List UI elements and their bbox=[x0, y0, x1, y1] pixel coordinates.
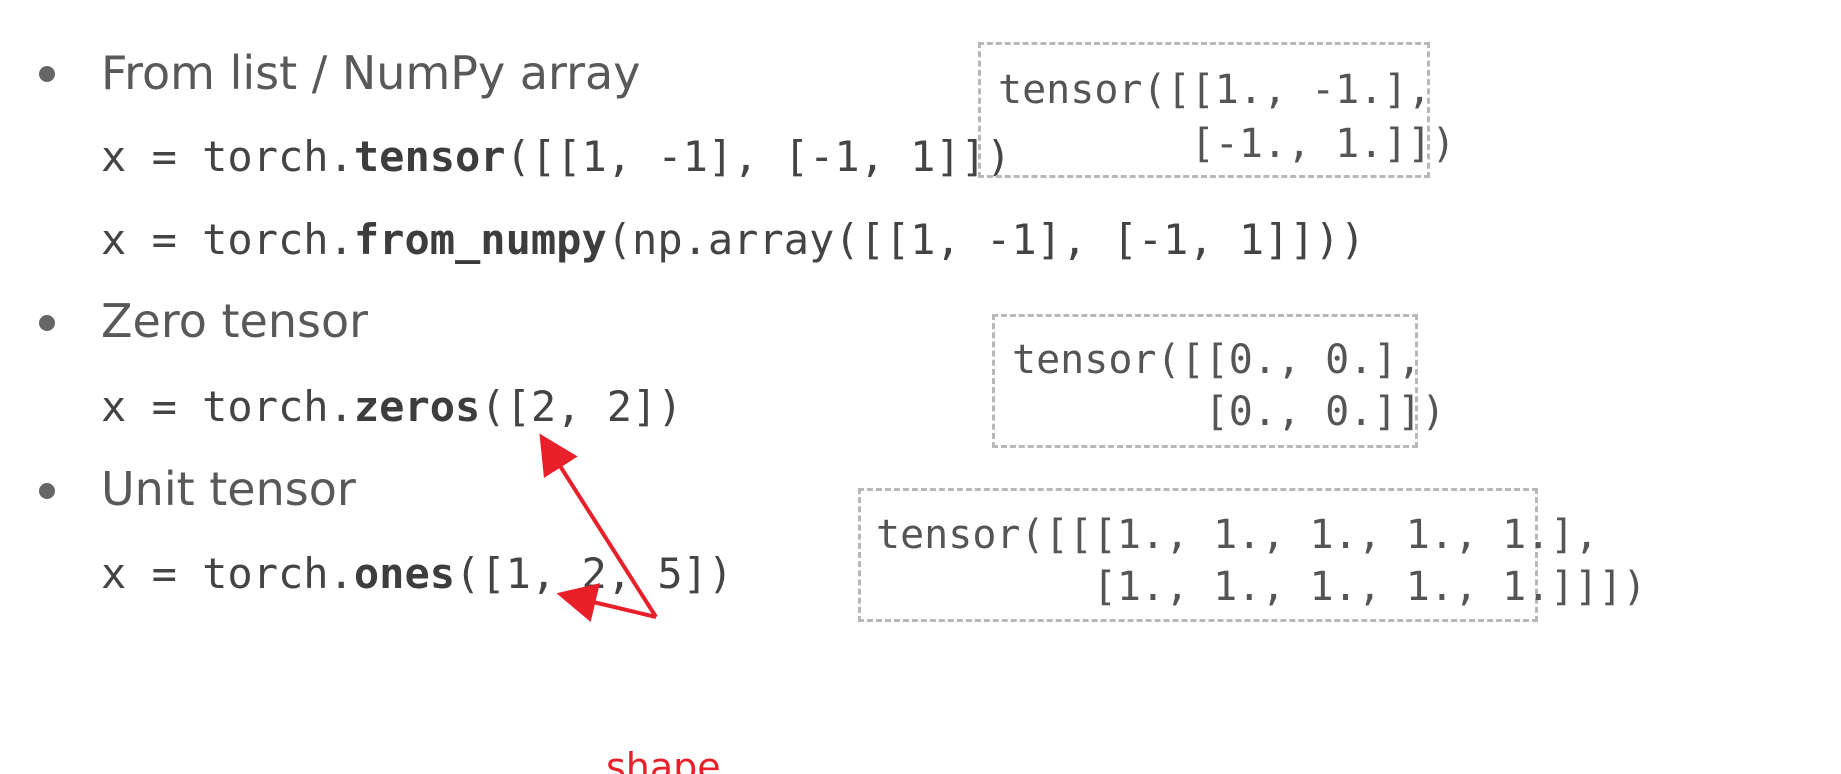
code-function: tensor bbox=[353, 132, 506, 181]
slide: From list / NumPy array x = torch.tensor… bbox=[0, 0, 1841, 774]
code-args: ([1, 2, 5]) bbox=[455, 549, 734, 598]
code-args: ([[1, -1], [-1, 1]]) bbox=[505, 132, 1012, 181]
output-line: tensor([[[1., 1., 1., 1., 1.], bbox=[876, 512, 1599, 558]
code-line-from-numpy: x = torch.from_numpy(np.array([[1, -1], … bbox=[101, 219, 1365, 261]
code-function: zeros bbox=[353, 382, 481, 431]
heading-from-list: From list / NumPy array bbox=[101, 46, 641, 100]
shape-annotation-label: shape bbox=[606, 745, 721, 774]
code-prefix: x = torch. bbox=[101, 132, 354, 181]
bullet-dot bbox=[39, 315, 55, 331]
heading-unit-tensor: Unit tensor bbox=[101, 462, 356, 516]
code-line-zeros: x = torch.zeros([2, 2]) bbox=[101, 386, 683, 428]
code-line-ones: x = torch.ones([1, 2, 5]) bbox=[101, 553, 733, 595]
output-line: tensor([[1., -1.], bbox=[998, 67, 1432, 113]
output-line: [1., 1., 1., 1., 1.]]]) bbox=[876, 564, 1647, 610]
heading-zero-tensor: Zero tensor bbox=[101, 294, 368, 348]
output-line: [-1., 1.]]) bbox=[998, 121, 1456, 167]
output-line: [0., 0.]]) bbox=[1012, 389, 1446, 435]
bullet-dot bbox=[39, 66, 55, 82]
code-line-tensor: x = torch.tensor([[1, -1], [-1, 1]]) bbox=[101, 136, 1011, 178]
bullet-dot bbox=[39, 483, 55, 499]
code-args: ([2, 2]) bbox=[480, 382, 683, 431]
code-prefix: x = torch. bbox=[101, 549, 354, 598]
arrow-to-ones-shape bbox=[556, 583, 657, 623]
code-prefix: x = torch. bbox=[101, 215, 354, 264]
code-args: (np.array([[1, -1], [-1, 1]])) bbox=[606, 215, 1366, 264]
code-function: ones bbox=[353, 549, 456, 598]
code-prefix: x = torch. bbox=[101, 382, 354, 431]
output-line: tensor([[0., 0.], bbox=[1012, 337, 1422, 383]
code-function: from_numpy bbox=[353, 215, 607, 264]
